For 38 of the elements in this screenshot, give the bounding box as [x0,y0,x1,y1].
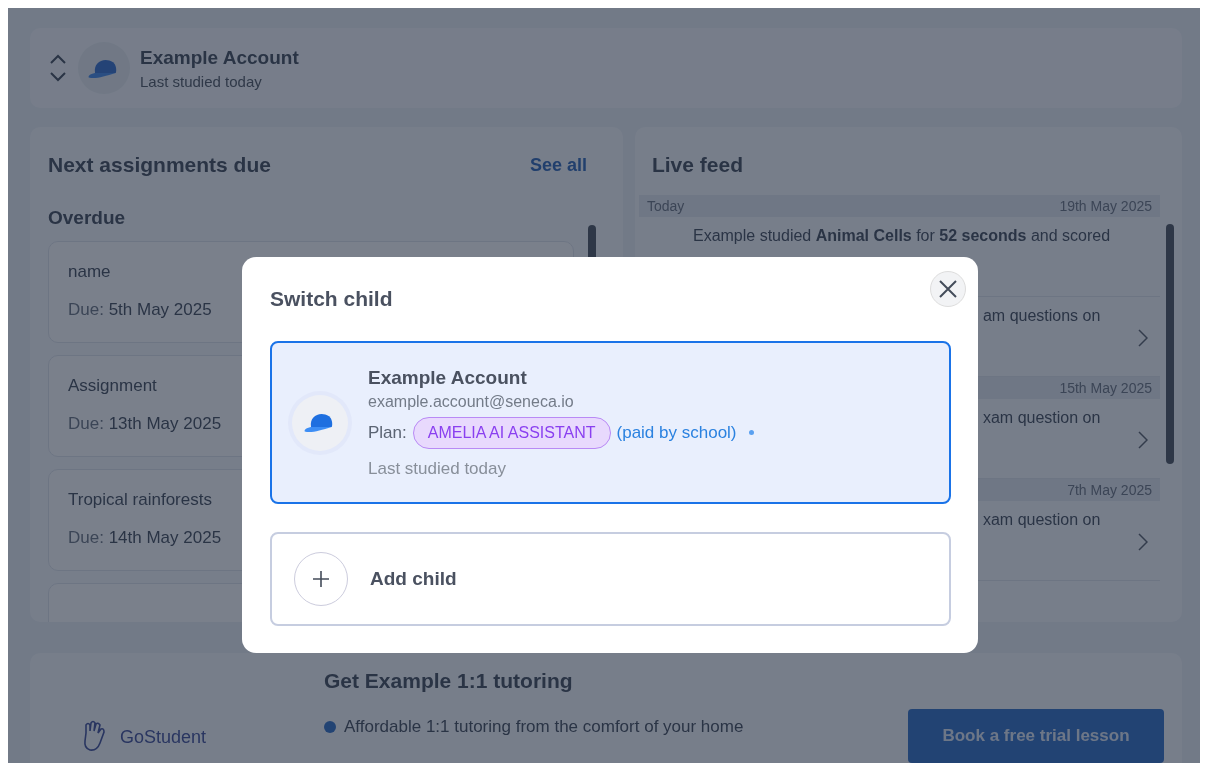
plan-label: Plan: [368,422,407,443]
feed-text: Example studied Animal Cells for 52 seconds and scored [692,227,1111,244]
chevron-right-icon [1138,431,1148,449]
cap-avatar [78,42,130,94]
assignment-title: Assignment [68,376,157,396]
close-icon [938,279,958,299]
chevron-right-icon [1138,329,1148,347]
child-name: Example Account [368,366,528,389]
due-date-text: Due: 5th May 2025 [68,300,212,320]
close-button[interactable] [930,271,966,307]
feed-text: xam question on [982,409,1101,427]
account-name: Example Account [140,46,299,69]
brand-name: GoStudent [120,726,207,748]
tutoring-title: Get Example 1:1 tutoring [324,669,574,693]
child-email: example.account@seneca.io [368,392,575,411]
assignment-title: name [68,262,111,282]
feed-text: am questions on [982,307,1101,325]
add-child-button[interactable]: Add child [270,532,951,626]
bullet-text: Affordable 1:1 tutoring from the comfort of your home [344,717,744,737]
plan-badge: AMELIA AI ASSISTANT [412,416,611,449]
assignment-title: Tropical rainforests [68,490,212,510]
last-studied-text: Last studied today [368,458,507,479]
panel-title: Live feed [650,153,744,177]
dialog-title: Switch child [270,287,394,311]
due-date-text: Due: 14th May 2025 [68,528,222,548]
panel-title: Next assignments due [48,153,271,177]
feed-text: xam question on [982,511,1101,529]
last-studied-text: Last studied today [140,72,263,90]
section-heading: Overdue [48,207,127,229]
chevron-right-icon [1138,533,1148,551]
plan-note: (paid by school) [616,422,737,443]
dot-icon [748,430,754,435]
bullet-dot-icon [324,721,336,733]
scrollbar[interactable] [1165,224,1174,464]
up-down-chevron-icon[interactable] [48,53,68,83]
child-account-card[interactable]: Example Account example.account@seneca.io Plan: AMELIA AI ASSISTANT (paid by school) Last studied today [270,341,951,504]
due-date-text: Due: 13th May 2025 [68,414,222,434]
cap-avatar [292,394,348,451]
